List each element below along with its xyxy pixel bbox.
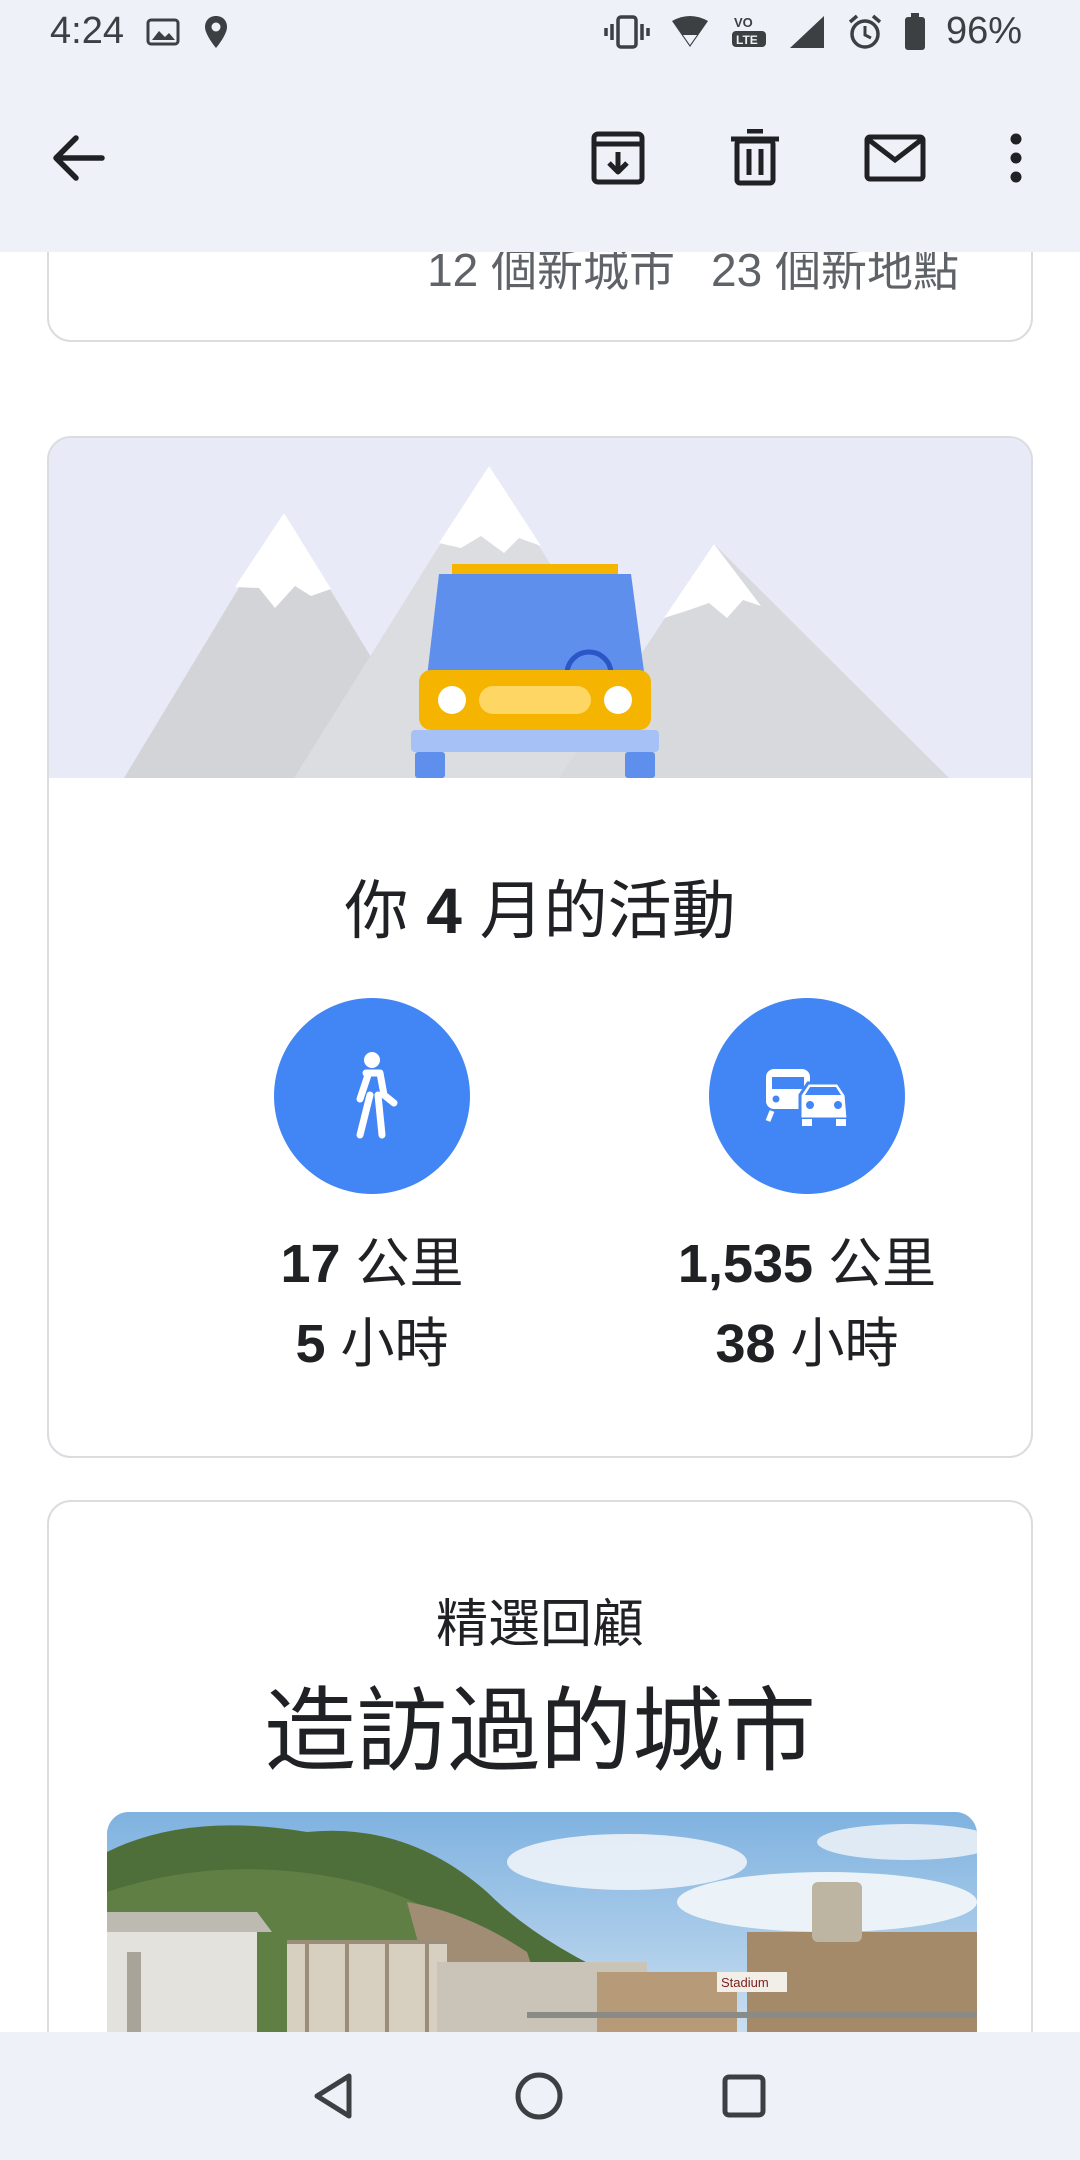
location-icon	[202, 14, 230, 50]
highlights-subtitle: 精選回顧	[435, 1596, 644, 1654]
back-triangle-icon	[314, 2073, 352, 2119]
driving-distance-unit: 公里	[813, 1234, 937, 1294]
car-mountains-illustration	[49, 438, 1031, 778]
vibrate-icon	[604, 14, 650, 49]
recents-square-icon	[722, 2074, 766, 2118]
driving-time-unit: 小時	[775, 1314, 899, 1374]
activity-title-month: 4	[426, 875, 462, 947]
status-left: 4:24	[50, 10, 230, 53]
driving-stat: 1,535 公里 38 小時	[657, 998, 957, 1384]
activity-title-post: 月的活動	[461, 875, 736, 947]
more-icon	[1010, 133, 1022, 183]
new-cities-count: 12 個新城市	[427, 252, 676, 296]
walking-distance-value: 17	[280, 1234, 341, 1294]
home-circle-icon	[515, 2072, 563, 2120]
activity-title: 你 4 月的活動	[49, 860, 1031, 952]
back-arrow-icon	[53, 135, 105, 181]
highlights-title: 造訪過的城市	[263, 1681, 816, 1783]
driving-time: 38 小時	[657, 1304, 957, 1384]
navigation-bar	[0, 2032, 1080, 2160]
walking-distance-unit: 公里	[340, 1234, 464, 1294]
wifi-icon	[670, 15, 710, 49]
highlights-card: 精選回顧 造訪過的城市 Stadium	[47, 1500, 1033, 2032]
walking-icon-circle	[274, 998, 470, 1194]
summary-card: 12 個新城市 23 個新地點	[47, 252, 1033, 342]
delete-icon	[731, 129, 779, 186]
nav-back-button[interactable]	[293, 2056, 373, 2136]
driving-time-value: 38	[715, 1314, 776, 1374]
mail-icon	[864, 134, 926, 182]
photo-sign-text: Stadium	[721, 1975, 769, 1990]
status-time: 4:24	[50, 10, 124, 52]
mail-button[interactable]	[847, 110, 943, 206]
more-button[interactable]	[968, 110, 1064, 206]
status-bar: 4:24 VO LTE 96%	[0, 0, 1080, 72]
summary-counts: 12 個新城市 23 個新地點	[427, 252, 959, 300]
svg-text:VO: VO	[734, 15, 753, 30]
volte-icon: VO LTE	[730, 13, 768, 51]
image-icon	[146, 18, 180, 46]
email-content[interactable]: 12 個新城市 23 個新地點 你 4 月的活動 17 公里 5 小時 1,53…	[0, 252, 1080, 2032]
battery-percent: 96%	[945, 10, 1022, 52]
delete-button[interactable]	[707, 110, 803, 206]
signal-icon	[788, 14, 826, 50]
transit-car-icon	[765, 1069, 850, 1126]
battery-icon	[904, 12, 926, 51]
walking-time-value: 5	[295, 1314, 326, 1374]
back-button[interactable]	[30, 110, 126, 206]
activity-title-pre: 你	[344, 875, 427, 947]
walking-time: 5 小時	[222, 1304, 522, 1384]
city-photo[interactable]: Stadium	[107, 1812, 977, 2032]
walking-distance: 17 公里	[222, 1224, 522, 1304]
activity-card: 你 4 月的活動 17 公里 5 小時 1,535 公里 38 小時	[47, 436, 1033, 1458]
archive-button[interactable]	[570, 110, 666, 206]
driving-distance-value: 1,535	[677, 1234, 814, 1294]
app-bar	[0, 72, 1080, 252]
status-right: VO LTE 96%	[604, 10, 1022, 53]
driving-icon-circle	[709, 998, 905, 1194]
walk-icon	[356, 1052, 398, 1139]
walking-time-unit: 小時	[325, 1314, 449, 1374]
nav-recents-button[interactable]	[704, 2056, 784, 2136]
new-places-count: 23 個新地點	[711, 252, 959, 296]
walking-stat: 17 公里 5 小時	[222, 998, 522, 1384]
driving-distance: 1,535 公里	[657, 1224, 957, 1304]
svg-text:LTE: LTE	[736, 33, 758, 47]
nav-home-button[interactable]	[499, 2056, 579, 2136]
alarm-icon	[846, 13, 884, 51]
archive-icon	[591, 131, 645, 185]
